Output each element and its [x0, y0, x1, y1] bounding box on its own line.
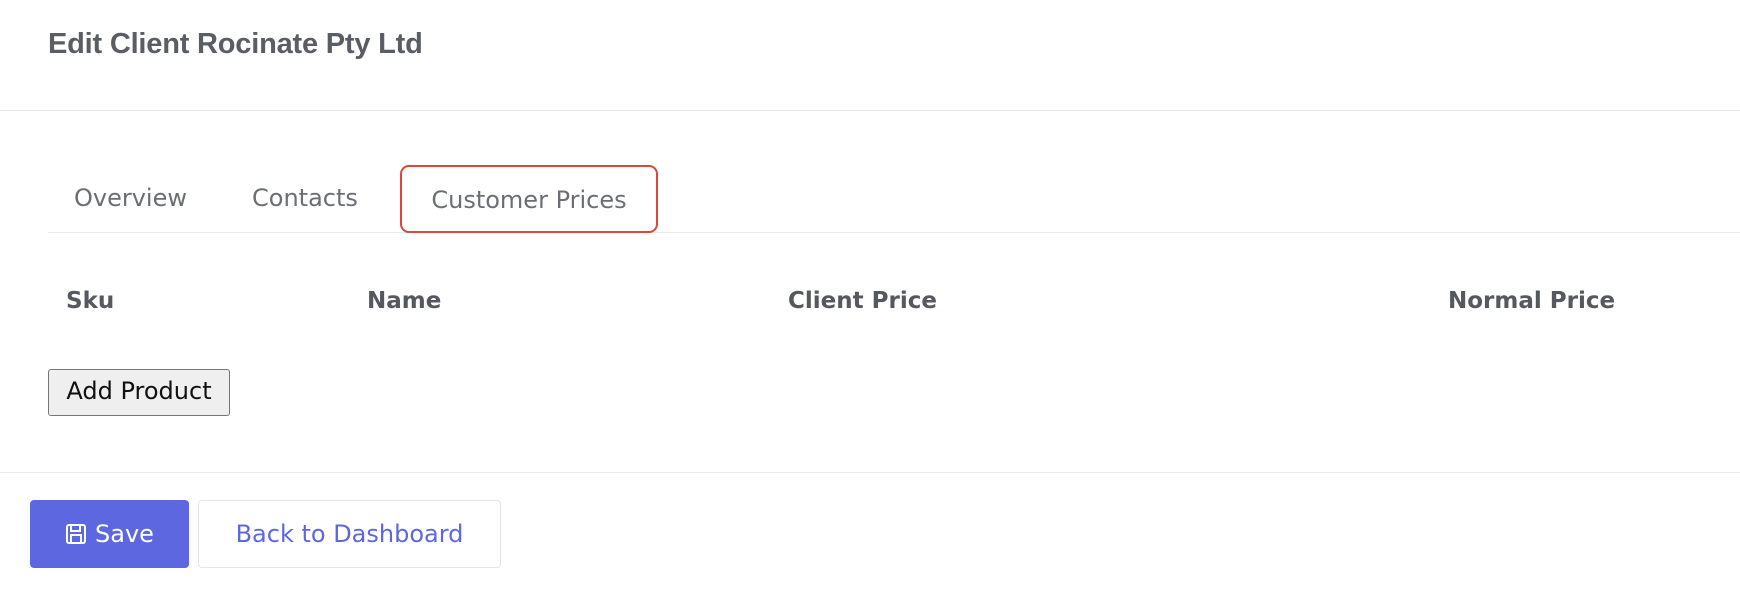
- edit-client-page: Edit Client Rocinate Pty Ltd Overview Co…: [0, 0, 1740, 593]
- add-product-button[interactable]: Add Product: [48, 369, 230, 416]
- tab-contacts[interactable]: Contacts: [252, 162, 358, 232]
- save-label: Save: [95, 520, 154, 548]
- page-title: Edit Client Rocinate Pty Ltd: [48, 28, 423, 60]
- column-header-client-price: Client Price: [788, 288, 937, 314]
- footer-divider: [0, 472, 1740, 473]
- floppy-disk-icon: [65, 523, 87, 545]
- back-to-dashboard-button[interactable]: Back to Dashboard: [198, 500, 501, 568]
- page-header: Edit Client Rocinate Pty Ltd: [0, 0, 1740, 111]
- tab-overview[interactable]: Overview: [74, 162, 187, 232]
- column-header-normal-price: Normal Price: [1448, 288, 1616, 314]
- column-header-name: Name: [367, 288, 442, 314]
- prices-table-header: Sku Name Client Price Normal Price: [48, 288, 1740, 328]
- tab-customer-prices[interactable]: Customer Prices: [400, 165, 658, 233]
- save-button[interactable]: Save: [30, 500, 189, 568]
- tab-bar: Overview Contacts Customer Prices: [48, 162, 1740, 233]
- column-header-sku: Sku: [66, 288, 115, 314]
